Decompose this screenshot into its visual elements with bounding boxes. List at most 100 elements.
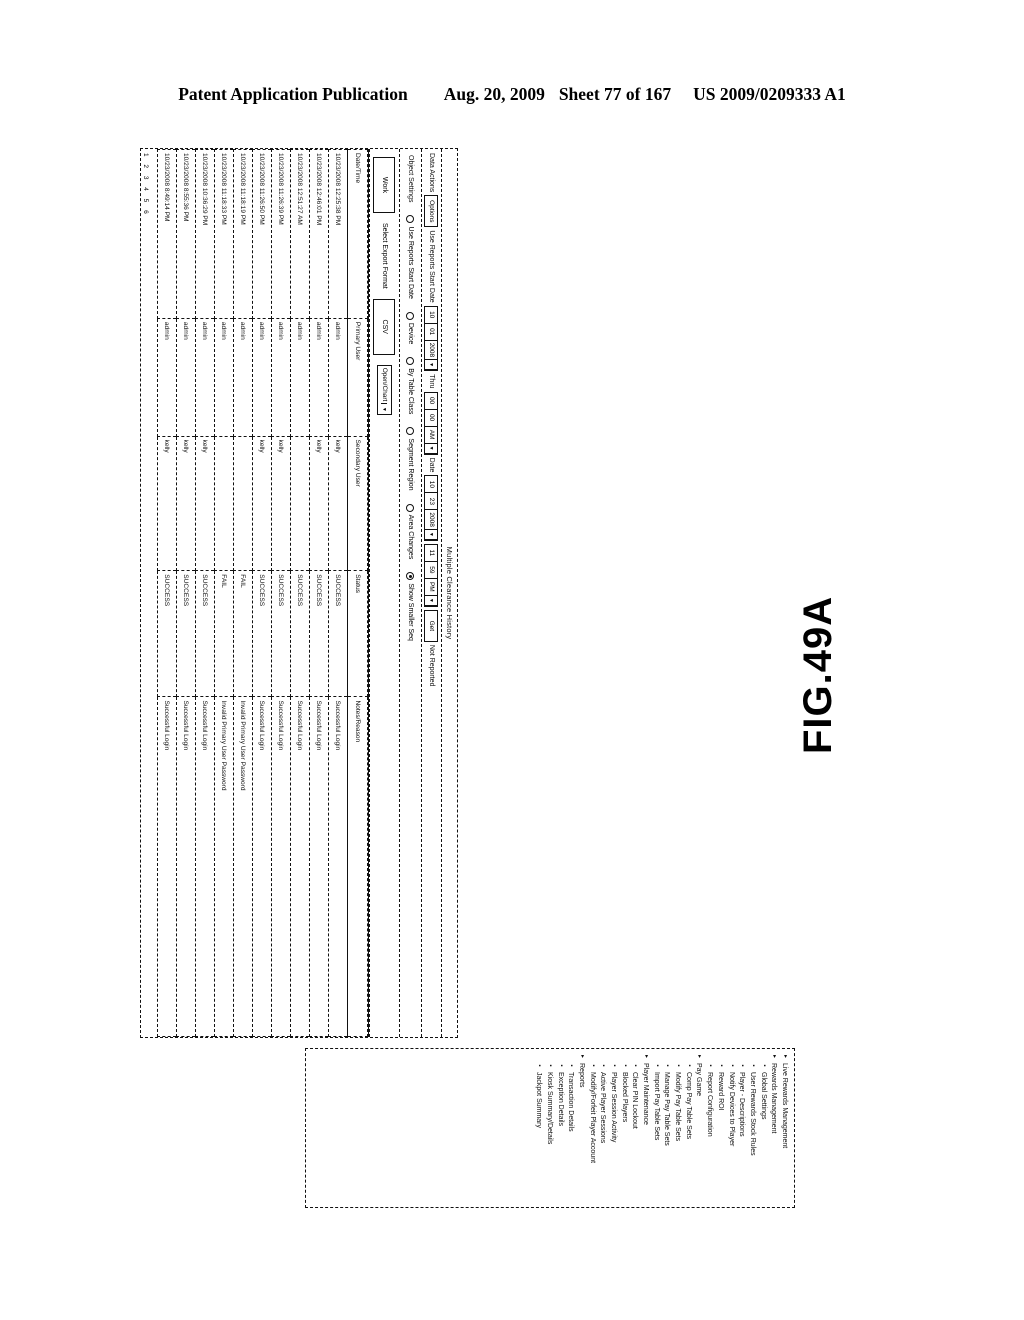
cell-primary: admin	[252, 318, 272, 437]
start-time-spinner[interactable]: 00 00 AM ▼	[424, 391, 439, 455]
column-header-secondary-user[interactable]: Secondary User	[347, 436, 368, 571]
tree-bullet-icon: ▪	[760, 1064, 767, 1067]
column-header-primary-user[interactable]: Primary User	[347, 318, 368, 437]
filter-group-label: Object Settings	[407, 155, 414, 203]
sidebar-item-modify-pay-table-sets[interactable]: ▪ Modify Pay Table Sets	[673, 1053, 683, 1203]
sidebar-item-player-descriptions[interactable]: ▪ Player - Descriptions	[737, 1053, 747, 1203]
open-chart-combo[interactable]: Open/Chart ▼	[377, 364, 392, 416]
filter-option-5[interactable]: Show Smaller Seq	[406, 572, 415, 641]
table-row[interactable]: 10/23/2008 11:26:39 PM admin kelly SUCCESS S…	[271, 149, 291, 1037]
cell-secondary: kelly	[271, 436, 291, 571]
table-row[interactable]: 10/23/2008 12:51:27 AM admin SUCCESS Succes…	[290, 149, 310, 1037]
radio-icon-2[interactable]	[406, 357, 415, 366]
table-row[interactable]: 10/23/2008 12:46:01 PM admin kelly SUCCESS S…	[309, 149, 329, 1037]
menu-options[interactable]: Options	[424, 195, 439, 228]
pagination[interactable]: 1 2 3 4 5 6	[142, 153, 149, 217]
sidebar-item-kiosk-summary-details[interactable]: ▪ Kiosk Summary/Details	[544, 1053, 554, 1203]
start-date-day[interactable]: 01	[425, 323, 438, 341]
end-date-spinner[interactable]: 10 23 2008 ▼	[424, 475, 439, 541]
tree-bullet-icon: ▪	[653, 1064, 660, 1067]
sidebar-item-user-rewards-stock-rules[interactable]: ▪ User Rewards Stock Rules	[747, 1053, 757, 1203]
start-date-spinner[interactable]: 10 01 2008 ▼	[424, 305, 439, 372]
sidebar-item-label: Blocked Players	[620, 1072, 628, 1123]
end-time-chevron-down-icon[interactable]: ▼	[425, 595, 438, 606]
filter-option-0[interactable]: Use Reports Start Date	[406, 215, 415, 299]
radio-icon-3[interactable]	[406, 427, 415, 436]
table-row[interactable]: 10/23/2008 11:18:33 PM admin FAIL Invalid P…	[214, 149, 234, 1037]
sidebar-item-notify-devices-to-player[interactable]: ▪ Notify Devices to Player	[726, 1053, 736, 1203]
start-time-hour[interactable]: 00	[425, 392, 438, 410]
filter-option-2[interactable]: By Table Class	[406, 357, 415, 414]
publication-header-left: Patent Application Publication	[178, 84, 408, 104]
sidebar-item-jackpot-summary[interactable]: ▪ Jackpot Summary	[534, 1053, 544, 1203]
sidebar-item-manage-pay-table-sets[interactable]: ▪ Manage Pay Table Sets	[662, 1053, 672, 1203]
sidebar-item-blocked-players[interactable]: ▪ Blocked Players	[619, 1053, 629, 1203]
sidebar-item-modify-forfeit-player-account[interactable]: ▪ Modify/Forfeit Player Account	[587, 1053, 597, 1203]
tree-expander-icon[interactable]: ▸	[576, 1053, 586, 1060]
sidebar-item-active-player-sessions[interactable]: ▪ Active Player Sessions	[598, 1053, 608, 1203]
menu-data-actions[interactable]: Data Actions	[428, 153, 435, 192]
sidebar-item-import-pay-table-sets[interactable]: ▪ Import Pay Table Sets	[651, 1053, 661, 1203]
table-row[interactable]: 10/23/2008 8:49:14 PM admin kelly SUCCESS Su…	[157, 149, 177, 1037]
start-time-chevron-down-icon[interactable]: ▼	[425, 443, 438, 454]
cell-date: 10/23/2008 8:55:36 PM	[176, 149, 196, 319]
open-chart-chevron-down-icon[interactable]: ▼	[381, 403, 388, 415]
get-button[interactable]: Get	[424, 609, 439, 642]
end-date-month[interactable]: 10	[425, 476, 438, 494]
sidebar-item-reward-roi[interactable]: ▪ Reward ROI	[715, 1053, 725, 1203]
radio-icon-1[interactable]	[406, 311, 415, 320]
cell-status: FAIL	[233, 570, 253, 697]
column-header-date[interactable]: Date/Time	[347, 149, 368, 319]
end-time-hour[interactable]: 11	[425, 544, 438, 562]
start-date-chevron-down-icon[interactable]: ▼	[425, 360, 438, 371]
radio-icon-5-selected[interactable]	[406, 572, 415, 581]
table-row[interactable]: 10/23/2008 10:36:29 PM admin kelly SUCCESS S…	[195, 149, 215, 1037]
table-row[interactable]: 10/23/2008 8:55:36 PM admin kelly SUCCESS Su…	[176, 149, 196, 1037]
start-date-month[interactable]: 10	[425, 306, 438, 324]
open-chart-value[interactable]: Open/Chart	[381, 366, 388, 404]
sidebar-item-comp-pay-table-sets[interactable]: ▪ Comp Pay Table Sets	[683, 1053, 693, 1203]
tree-expander-icon[interactable]: ▸	[694, 1053, 704, 1060]
table-row[interactable]: 10/23/2008 11:26:50 PM admin kelly SUCCESS S…	[252, 149, 272, 1037]
table-row[interactable]: 10/23/2008 12:25:38 PM admin kelly SUCCESS S…	[328, 149, 348, 1037]
sidebar-item-player-maintenance[interactable]: ▸ Player Maintenance	[641, 1053, 651, 1203]
end-time-spinner[interactable]: 11 59 PM ▼	[424, 543, 439, 607]
export-format-value[interactable]: CSV	[373, 298, 396, 355]
radio-icon-0[interactable]	[406, 215, 415, 224]
sidebar-item-exception-details[interactable]: ▪ Exception Details	[555, 1053, 565, 1203]
filter-option-1[interactable]: Device	[406, 311, 415, 344]
filter-option-3[interactable]: Segment Region	[406, 427, 415, 491]
end-time-minute[interactable]: 59	[425, 561, 438, 579]
end-date-chevron-down-icon[interactable]: ▼	[425, 529, 438, 540]
start-date-year[interactable]: 2008	[425, 340, 438, 361]
work-button[interactable]: Work	[373, 157, 396, 213]
publication-date: Aug. 20, 2009	[443, 84, 545, 104]
sidebar-item-live-rewards-management[interactable]: ▸ Live Rewards Management	[780, 1053, 790, 1203]
column-header-status[interactable]: Status	[347, 570, 368, 697]
sidebar-item-label: Pay Game	[695, 1063, 703, 1097]
start-time-ampm[interactable]: AM	[425, 426, 438, 444]
tree-bullet-icon: ▪	[739, 1064, 746, 1067]
radio-icon-4[interactable]	[406, 503, 415, 512]
tree-expander-icon[interactable]: ▸	[641, 1053, 651, 1060]
sidebar-item-pay-game[interactable]: ▸ Pay Game	[694, 1053, 704, 1203]
cell-date: 10/23/2008 11:18:19 PM	[233, 149, 253, 319]
sidebar-item-global-settings[interactable]: ▪ Global Settings	[758, 1053, 768, 1203]
sidebar-item-player-session-activity[interactable]: ▪ Player Session Activity	[609, 1053, 619, 1203]
sidebar-item-reports[interactable]: ▸ Reports	[576, 1053, 586, 1203]
end-time-ampm[interactable]: PM	[425, 578, 438, 596]
filter-option-4[interactable]: Area Changes	[406, 503, 415, 559]
end-date-day[interactable]: 23	[425, 493, 438, 511]
tree-expander-icon[interactable]: ▸	[780, 1053, 790, 1060]
sidebar-item-clear-pin-lockout[interactable]: ▪ Clear PIN Lockout	[630, 1053, 640, 1203]
tree-expander-icon[interactable]: ▸	[769, 1053, 779, 1060]
column-header-reason[interactable]: Notes/Reason	[347, 696, 368, 1037]
sidebar-item-report-configuration[interactable]: ▪ Report Configuration	[705, 1053, 715, 1203]
table-row[interactable]: 10/23/2008 11:18:19 PM admin FAIL Invalid P…	[233, 149, 253, 1037]
sidebar-item-transaction-details[interactable]: ▪ Transaction Details	[566, 1053, 576, 1203]
end-date-year[interactable]: 2008	[425, 510, 438, 530]
sidebar-item-rewards-management[interactable]: ▸ Rewards Management	[769, 1053, 779, 1203]
history-table: Date/Time Primary User Secondary User St…	[157, 149, 368, 1037]
sidebar-item-label: Modify/Forfeit Player Account	[588, 1072, 596, 1164]
start-time-minute[interactable]: 00	[425, 409, 438, 427]
